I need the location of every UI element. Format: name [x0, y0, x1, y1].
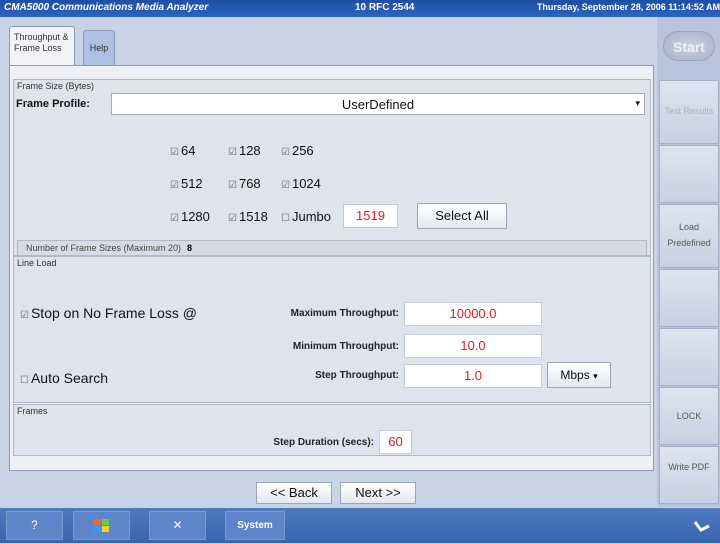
- checkbox-checked-icon: ☑: [228, 180, 237, 191]
- frame-size-checkbox-256[interactable]: ☑ 256: [281, 143, 314, 158]
- line-load-group: Line Load ☑ Stop on No Frame Loss @ ☐ Auto…: [13, 256, 651, 403]
- stop-on-no-frame-loss-checkbox[interactable]: ☑ Stop on No Frame Loss @: [20, 305, 197, 321]
- tab-help[interactable]: Help: [83, 30, 115, 66]
- frame-size-checkbox-128[interactable]: ☑ 128: [228, 143, 261, 158]
- unit-value: Mbps: [560, 368, 590, 382]
- frame-size-checkbox-1518[interactable]: ☑ 1518: [228, 209, 268, 224]
- sidebar-empty-button-3[interactable]: [659, 328, 719, 386]
- step-throughput-input[interactable]: 1.0: [404, 364, 542, 388]
- windows-logo-icon[interactable]: [73, 511, 130, 540]
- frame-size-checkbox-64[interactable]: ☑ 64: [170, 143, 195, 158]
- frame-size-count: Number of Frame Sizes (Maximum 20) 8: [17, 240, 647, 256]
- chevron-down-icon: ▾: [593, 371, 598, 381]
- write-pdf-button[interactable]: Write PDF: [659, 446, 719, 504]
- frame-size-checkbox-1280[interactable]: ☑ 1280: [170, 209, 210, 224]
- sidebar-empty-button-1[interactable]: [659, 145, 719, 203]
- next-button[interactable]: Next >>: [340, 482, 416, 504]
- back-button[interactable]: << Back: [256, 482, 332, 504]
- lock-button[interactable]: LOCK: [659, 387, 719, 445]
- frame-size-checkbox-jumbo[interactable]: ☐ Jumbo: [281, 209, 331, 224]
- frame-size-checkbox-512[interactable]: ☑ 512: [170, 176, 203, 191]
- frame-size-checkbox-1024[interactable]: ☑ 1024: [281, 176, 321, 191]
- frame-profile-select[interactable]: UserDefined ▾: [111, 93, 645, 115]
- max-throughput-label: Maximum Throughput:: [290, 308, 399, 319]
- checkbox-checked-icon: ☑: [170, 213, 179, 224]
- network-icon: [692, 516, 712, 534]
- auto-search-checkbox[interactable]: ☐ Auto Search: [20, 370, 108, 386]
- checkbox-checked-icon: ☑: [281, 180, 290, 191]
- step-duration-input[interactable]: 60: [379, 430, 412, 454]
- sidebar-empty-button-2[interactable]: [659, 269, 719, 327]
- checkbox-checked-icon: ☑: [281, 147, 290, 158]
- app-title: CMA5000 Communications Media Analyzer: [4, 2, 209, 13]
- jumbo-size-input[interactable]: 1519: [343, 204, 398, 228]
- checkbox-checked-icon: ☑: [170, 147, 179, 158]
- title-bar: CMA5000 Communications Media Analyzer 10…: [0, 0, 720, 17]
- right-sidebar: Start Test Results Load Predefined LOCK …: [657, 17, 720, 507]
- checkbox-unchecked-icon: ☐: [281, 213, 290, 224]
- unit-select[interactable]: Mbps ▾: [547, 362, 611, 388]
- checkbox-checked-icon: ☑: [170, 180, 179, 191]
- step-throughput-label: Step Throughput:: [315, 370, 399, 381]
- checkbox-checked-icon: ☑: [228, 213, 237, 224]
- help-cursor-icon[interactable]: ?: [6, 511, 63, 540]
- group-title: Frame Size (Bytes): [17, 81, 95, 91]
- close-icon[interactable]: ✕: [149, 511, 206, 540]
- frame-profile-value: UserDefined: [341, 97, 415, 112]
- load-predefined-button[interactable]: Load Predefined: [659, 204, 719, 268]
- count-label: Number of Frame Sizes (Maximum 20): [26, 243, 182, 253]
- group-title: Line Load: [17, 258, 57, 268]
- min-throughput-input[interactable]: 10.0: [404, 334, 542, 358]
- frame-size-group: Frame Size (Bytes) Frame Profile: UserDe…: [13, 79, 651, 256]
- frame-profile-label: Frame Profile:: [16, 98, 90, 110]
- datetime: Thursday, September 28, 2006 11:14:52 AM: [536, 2, 720, 12]
- step-duration-label: Step Duration (secs):: [273, 437, 374, 448]
- checkbox-unchecked-icon: ☐: [20, 375, 29, 386]
- start-button[interactable]: Start: [663, 31, 715, 61]
- count-value: 8: [187, 243, 193, 253]
- chevron-down-icon: ▾: [635, 98, 640, 108]
- checkbox-checked-icon: ☑: [20, 310, 29, 321]
- system-button[interactable]: System: [225, 511, 285, 540]
- min-throughput-label: Minimum Throughput:: [292, 341, 399, 352]
- tab-throughput-frame-loss[interactable]: Throughput & Frame Loss: [9, 26, 75, 68]
- tab-row: Throughput & Frame Loss Help: [9, 20, 654, 68]
- test-name: 10 RFC 2544: [355, 2, 415, 13]
- checkbox-checked-icon: ☑: [228, 147, 237, 158]
- max-throughput-input[interactable]: 10000.0: [404, 302, 542, 326]
- frame-size-checkbox-768[interactable]: ☑ 768: [228, 176, 261, 191]
- frames-group: Frames Step Duration (secs): 60: [13, 404, 651, 456]
- taskbar: ? ✕ System: [0, 508, 720, 543]
- select-all-button[interactable]: Select All: [417, 203, 507, 229]
- group-title: Frames: [17, 406, 48, 416]
- test-results-button[interactable]: Test Results: [659, 80, 719, 144]
- content-panel: Frame Size (Bytes) Frame Profile: UserDe…: [9, 65, 654, 471]
